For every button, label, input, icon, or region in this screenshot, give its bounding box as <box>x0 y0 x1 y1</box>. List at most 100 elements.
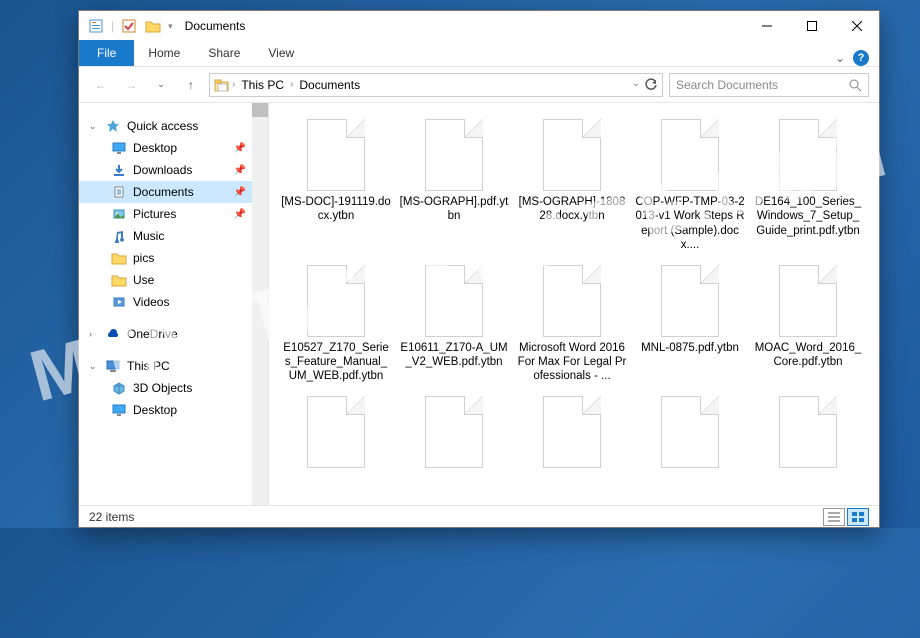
breadcrumb-segment[interactable]: Documents <box>295 76 364 94</box>
file-item[interactable]: MNL-0875.pdf.ytbn <box>631 259 749 390</box>
sidebar-label: Documents <box>133 185 194 199</box>
window-controls <box>744 11 879 41</box>
file-icon <box>307 396 365 468</box>
caret-down-icon[interactable]: ⌄ <box>89 361 99 372</box>
chevron-right-icon[interactable]: › <box>290 79 293 90</box>
pin-icon: 📌 <box>234 209 246 220</box>
sidebar-label: Downloads <box>133 163 192 177</box>
file-item[interactable]: Microsoft Word 2016 For Max For Legal Pr… <box>513 259 631 390</box>
file-icon <box>661 119 719 191</box>
tab-home[interactable]: Home <box>134 40 194 66</box>
file-item[interactable] <box>395 390 513 478</box>
refresh-icon[interactable] <box>644 78 658 92</box>
sidebar-item-documents[interactable]: Documents 📌 <box>79 181 252 203</box>
file-menu[interactable]: File <box>79 40 134 66</box>
sidebar-item-quick-access[interactable]: ⌄ Quick access <box>79 115 252 137</box>
history-dropdown-icon[interactable]: ⌄ <box>149 73 173 97</box>
file-item[interactable]: [MS-OGRAPH]-180828.docx.ytbn <box>513 113 631 259</box>
item-icon <box>111 228 127 244</box>
breadcrumb-segment[interactable]: This PC <box>237 76 288 94</box>
sidebar-label: Desktop <box>133 403 177 417</box>
file-icon <box>425 396 483 468</box>
file-item[interactable] <box>631 390 749 478</box>
help-icon[interactable]: ? <box>853 50 869 66</box>
file-item[interactable]: [MS-OGRAPH].pdf.ytbn <box>395 113 513 259</box>
sidebar-item-music[interactable]: Music <box>79 225 252 247</box>
sidebar-item-3d-objects[interactable]: 3D Objects <box>79 377 252 399</box>
maximize-button[interactable] <box>789 11 834 41</box>
item-icon <box>111 250 127 266</box>
title-bar: | ▾ Documents <box>79 11 879 41</box>
ribbon-expand-icon[interactable]: ⌄ <box>835 51 845 65</box>
details-view-button[interactable] <box>823 508 845 526</box>
item-icon <box>111 206 127 222</box>
pin-icon: 📌 <box>234 187 246 198</box>
item-icon <box>111 294 127 310</box>
sidebar-item-pictures[interactable]: Pictures📌 <box>79 203 252 225</box>
sidebar-item-onedrive[interactable]: › OneDrive <box>79 323 252 345</box>
file-name: DE164_100_Series_Windows_7_Setup_Guide_p… <box>753 195 863 238</box>
chevron-down-icon[interactable]: ⌄ <box>632 78 640 92</box>
properties-icon[interactable] <box>87 17 105 35</box>
checkbox-icon[interactable] <box>120 17 138 35</box>
search-input[interactable]: Search Documents <box>669 73 869 97</box>
file-icon <box>543 119 601 191</box>
icons-view-button[interactable] <box>847 508 869 526</box>
file-item[interactable]: [MS-DOC]-191119.docx.ytbn <box>277 113 395 259</box>
folder-icon <box>214 77 230 93</box>
close-button[interactable] <box>834 11 879 41</box>
separator: | <box>111 19 114 33</box>
item-icon <box>111 380 127 396</box>
item-icon <box>111 402 127 418</box>
file-item[interactable] <box>513 390 631 478</box>
item-count: 22 items <box>89 510 134 524</box>
quick-access-toolbar: | ▾ <box>87 17 173 35</box>
pin-icon: 📌 <box>234 143 246 154</box>
sidebar-label: Music <box>133 229 164 243</box>
file-icon <box>543 396 601 468</box>
file-icon <box>661 265 719 337</box>
sidebar-item-this-pc[interactable]: ⌄ This PC <box>79 355 252 377</box>
file-item[interactable]: E10611_Z170-A_UM_V2_WEB.pdf.ytbn <box>395 259 513 390</box>
sidebar-label: pics <box>133 251 154 265</box>
file-name: MNL-0875.pdf.ytbn <box>641 341 739 355</box>
item-icon <box>111 272 127 288</box>
caret-down-icon[interactable]: ⌄ <box>89 121 99 132</box>
tab-share[interactable]: Share <box>194 40 254 66</box>
navigation-pane: ⌄ Quick access Desktop📌Downloads📌Documen… <box>79 103 269 505</box>
sidebar-item-downloads[interactable]: Downloads📌 <box>79 159 252 181</box>
star-icon <box>105 118 121 134</box>
minimize-button[interactable] <box>744 11 789 41</box>
sidebar-item-pics[interactable]: pics <box>79 247 252 269</box>
chevron-right-icon[interactable]: › <box>232 79 235 90</box>
file-item[interactable] <box>277 390 395 478</box>
sidebar-label: Videos <box>133 295 169 309</box>
window-title: Documents <box>185 19 246 33</box>
toolbar-dropdown-icon[interactable]: ▾ <box>168 21 173 32</box>
file-item[interactable]: COP-WFP-TMP-03-2013-v1 Work Steps Report… <box>631 113 749 259</box>
sidebar-item-desktop[interactable]: Desktop <box>79 399 252 421</box>
file-item[interactable]: MOAC_Word_2016_Core.pdf.ytbn <box>749 259 867 390</box>
file-item[interactable] <box>749 390 867 478</box>
cloud-icon <box>105 326 121 342</box>
search-placeholder: Search Documents <box>676 78 778 92</box>
file-icon <box>661 396 719 468</box>
sidebar-item-videos[interactable]: Videos <box>79 291 252 313</box>
up-button[interactable]: ↑ <box>179 73 203 97</box>
file-item[interactable]: DE164_100_Series_Windows_7_Setup_Guide_p… <box>749 113 867 259</box>
tab-view[interactable]: View <box>254 40 308 66</box>
scrollbar-thumb[interactable] <box>252 103 268 117</box>
folder-icon[interactable] <box>144 17 162 35</box>
back-button[interactable]: ← <box>89 73 113 97</box>
caret-right-icon[interactable]: › <box>89 329 99 339</box>
forward-button[interactable]: → <box>119 73 143 97</box>
breadcrumb-box[interactable]: › This PC › Documents ⌄ <box>209 73 663 97</box>
file-item[interactable]: E10527_Z170_Series_Feature_Manual_UM_WEB… <box>277 259 395 390</box>
sidebar-item-use[interactable]: Use <box>79 269 252 291</box>
content-pane[interactable]: [MS-DOC]-191119.docx.ytbn[MS-OGRAPH].pdf… <box>269 103 879 505</box>
sidebar-item-desktop[interactable]: Desktop📌 <box>79 137 252 159</box>
ribbon: File Home Share View ⌄ ? <box>79 41 879 67</box>
explorer-window: | ▾ Documents File Home Share View ⌄ ? ←… <box>78 10 880 528</box>
sidebar-scrollbar[interactable] <box>252 103 268 505</box>
search-icon[interactable] <box>848 78 862 92</box>
